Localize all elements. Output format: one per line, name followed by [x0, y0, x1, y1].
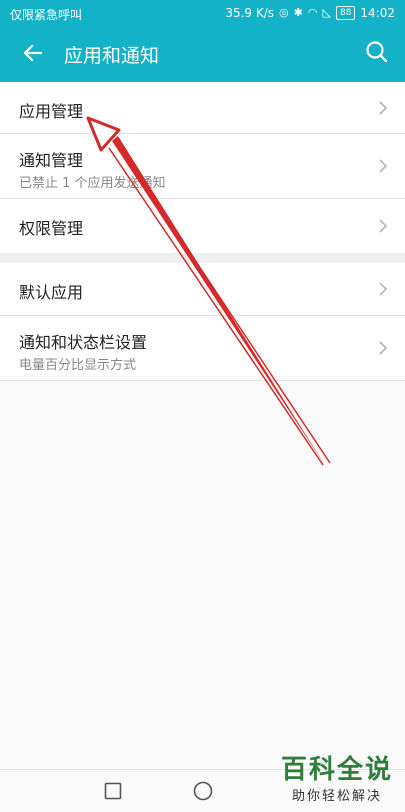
watermark-subtitle: 助你轻松解决 — [291, 789, 382, 804]
home-icon[interactable] — [193, 781, 213, 801]
watermark-title: 百科全说 — [280, 755, 393, 785]
recent-apps-icon[interactable] — [104, 782, 122, 800]
watermark-logo: 百科全说 助你轻松解决 — [281, 755, 393, 804]
annotation-arrow — [86, 116, 331, 467]
